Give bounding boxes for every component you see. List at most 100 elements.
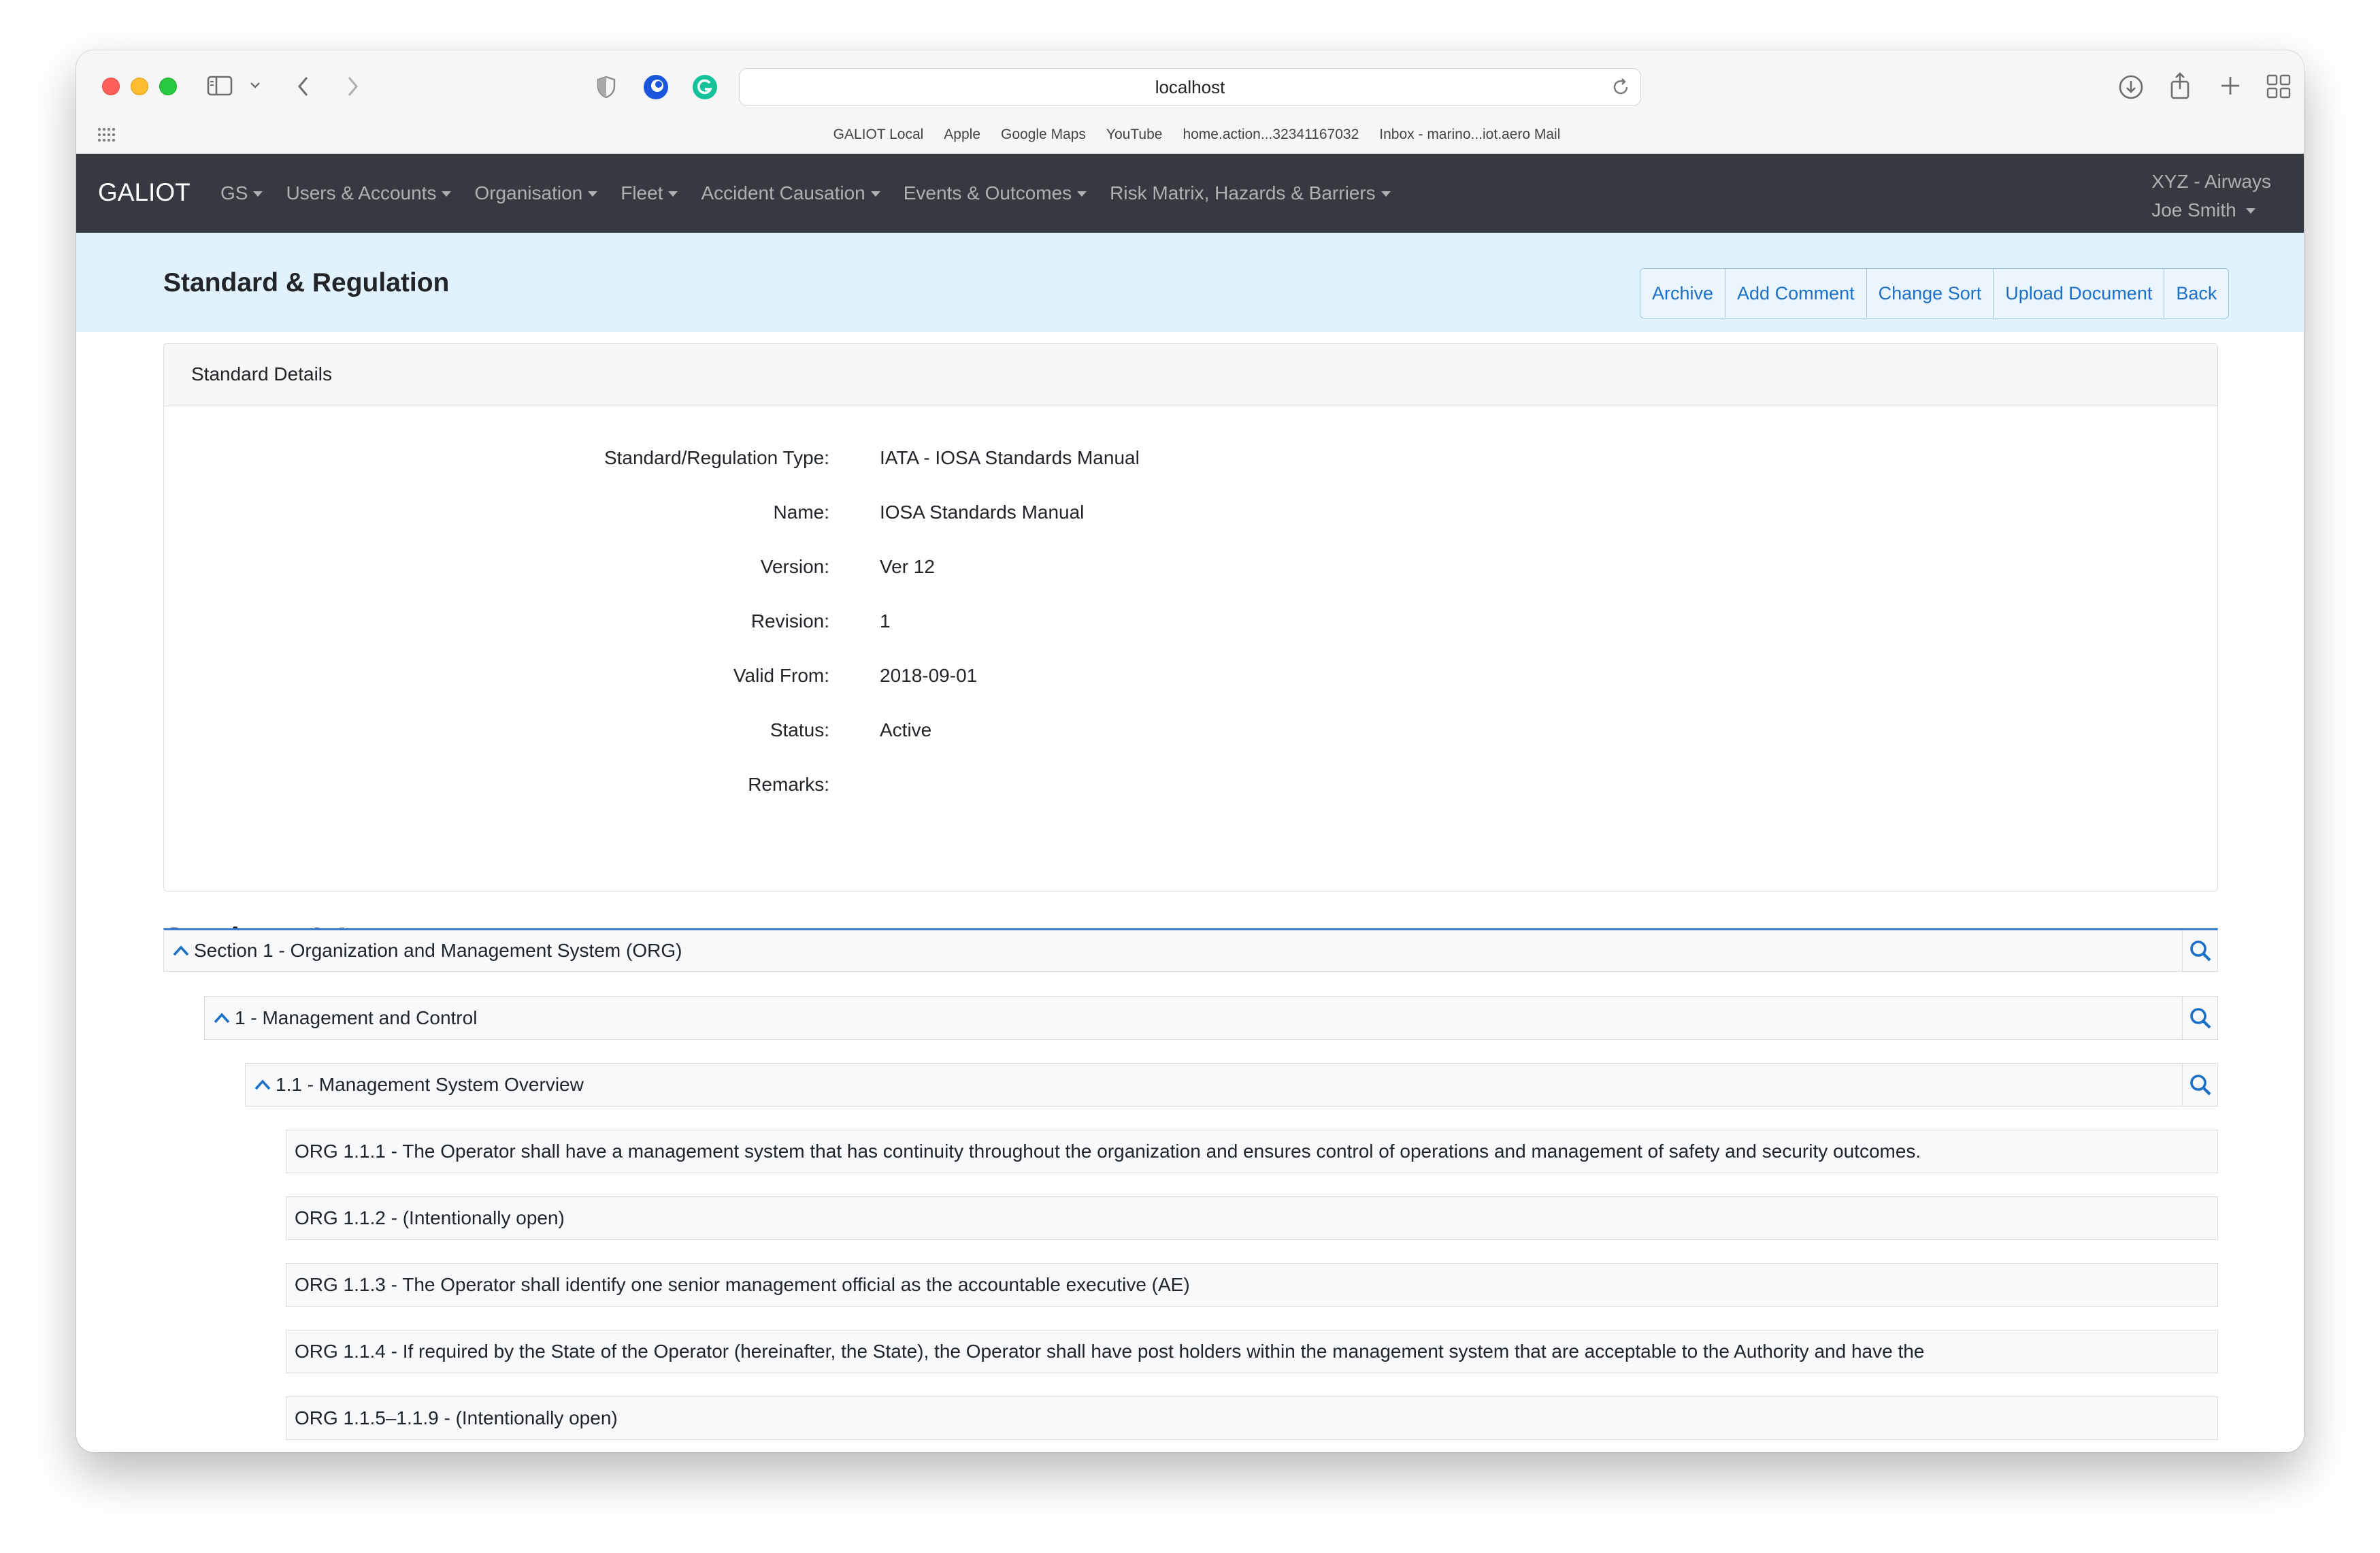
chevron-up-icon[interactable] xyxy=(172,945,194,957)
chevron-up-icon[interactable] xyxy=(254,1079,276,1091)
minimize-window-button[interactable] xyxy=(131,78,148,95)
detail-row-name: Name: IOSA Standards Manual xyxy=(164,502,2217,529)
detail-value: IATA - IOSA Standards Manual xyxy=(880,447,1140,468)
detail-value: 2018-09-01 xyxy=(880,665,978,686)
new-tab-icon[interactable] xyxy=(2218,73,2243,98)
standard-details-card: Standard Details Standard/Regulation Typ… xyxy=(163,343,2218,892)
change-sort-button[interactable]: Change Sort xyxy=(1866,269,1994,318)
nav-item-label: Organisation xyxy=(474,182,583,203)
nav-item-fleet[interactable]: Fleet xyxy=(621,182,678,204)
close-window-button[interactable] xyxy=(102,78,120,95)
nav-item-label: GS xyxy=(220,182,248,203)
back-button[interactable]: Back xyxy=(2164,269,2228,318)
main-nav: GS Users & Accounts Organisation Fleet A… xyxy=(220,154,1391,233)
detail-label: Revision: xyxy=(750,610,829,632)
back-arrow-icon[interactable] xyxy=(295,75,312,98)
bookmark-galiot-local[interactable]: GALIOT Local xyxy=(833,121,924,148)
tree-chapter-row[interactable]: 1 - Management and Control xyxy=(204,996,2218,1040)
tree-subchapter-row[interactable]: 1.1 - Management System Overview xyxy=(245,1063,2218,1107)
brand-logo[interactable]: GALIOT xyxy=(98,178,191,207)
user-dropdown[interactable]: Joe Smith xyxy=(2151,196,2271,225)
zoom-window-button[interactable] xyxy=(159,78,177,95)
detail-row-type: Standard/Regulation Type: IATA - IOSA St… xyxy=(164,447,2217,474)
detail-value: Ver 12 xyxy=(880,556,935,577)
nav-item-label: Users & Accounts xyxy=(286,182,437,203)
detail-row-status: Status: Active xyxy=(164,719,2217,747)
action-button-group: Archive Add Comment Change Sort Upload D… xyxy=(1640,268,2230,318)
search-icon[interactable] xyxy=(2182,930,2217,971)
upload-document-button[interactable]: Upload Document xyxy=(1993,269,2164,318)
nav-item-label: Events & Outcomes xyxy=(903,182,1072,203)
bookmark-home-action[interactable]: home.action...32341167032 xyxy=(1183,121,1359,148)
caret-down-icon xyxy=(1381,191,1391,197)
download-icon[interactable] xyxy=(2117,73,2145,101)
user-name: Joe Smith xyxy=(2151,199,2236,220)
detail-label: Remarks: xyxy=(748,774,829,795)
url-text: localhost xyxy=(1155,76,1225,97)
nav-item-users-accounts[interactable]: Users & Accounts xyxy=(286,182,452,204)
chevron-down-icon[interactable] xyxy=(249,80,261,90)
nav-item-gs[interactable]: GS xyxy=(220,182,263,204)
detail-row-valid-from: Valid From: 2018-09-01 xyxy=(164,665,2217,692)
caret-down-icon xyxy=(668,191,678,197)
caret-down-icon xyxy=(442,191,452,197)
detail-value: IOSA Standards Manual xyxy=(880,502,1085,523)
app-navbar: GALIOT GS Users & Accounts Organisation … xyxy=(76,154,2304,233)
organisation-name: XYZ - Airways xyxy=(2151,171,2271,192)
extension-icon[interactable] xyxy=(642,73,670,101)
page-title: Standard & Regulation xyxy=(163,268,450,297)
list-item[interactable]: ORG 1.1.4 - If required by the State of … xyxy=(286,1330,2218,1373)
tree-label: Section 1 - Organization and Management … xyxy=(194,940,682,961)
chevron-up-icon[interactable] xyxy=(213,1012,235,1024)
tree-label: 1 - Management and Control xyxy=(235,1007,478,1028)
detail-row-version: Version: Ver 12 xyxy=(164,556,2217,583)
nav-item-risk-matrix[interactable]: Risk Matrix, Hazards & Barriers xyxy=(1110,182,1391,204)
detail-label: Name: xyxy=(773,502,829,523)
list-item[interactable]: ORG 1.1.5–1.1.9 - (Intentionally open) xyxy=(286,1396,2218,1440)
caret-down-icon xyxy=(870,191,880,197)
bookmark-google-maps[interactable]: Google Maps xyxy=(1001,121,1086,148)
caret-down-icon xyxy=(1077,191,1087,197)
caret-down-icon xyxy=(2245,208,2255,214)
detail-label: Version: xyxy=(760,556,829,577)
tree-label: 1.1 - Management System Overview xyxy=(276,1074,584,1095)
add-comment-button[interactable]: Add Comment xyxy=(1725,269,1866,318)
detail-value: 1 xyxy=(880,610,891,632)
reload-icon[interactable] xyxy=(1610,77,1631,102)
sidebar-toggle-icon[interactable] xyxy=(207,75,234,97)
list-item[interactable]: ORG 1.1.2 - (Intentionally open) xyxy=(286,1196,2218,1240)
nav-item-label: Accident Causation xyxy=(701,182,865,203)
grammarly-icon[interactable] xyxy=(691,73,718,101)
card-title: Standard Details xyxy=(164,344,2217,406)
search-icon[interactable] xyxy=(2182,997,2217,1039)
bookmark-apple[interactable]: Apple xyxy=(944,121,980,148)
list-item[interactable]: ORG 1.1.3 - The Operator shall identify … xyxy=(286,1263,2218,1307)
detail-row-remarks: Remarks: xyxy=(164,774,2217,801)
bookmark-inbox-mail[interactable]: Inbox - marino...iot.aero Mail xyxy=(1379,121,1560,148)
tab-overview-icon[interactable] xyxy=(2266,73,2292,99)
caret-down-icon xyxy=(588,191,598,197)
archive-button[interactable]: Archive xyxy=(1640,269,1725,318)
address-bar[interactable]: localhost xyxy=(739,68,1641,106)
list-item[interactable]: ORG 1.1.1 - The Operator shall have a ma… xyxy=(286,1130,2218,1173)
bookmark-youtube[interactable]: YouTube xyxy=(1106,121,1163,148)
caret-down-icon xyxy=(253,191,263,197)
page-header: Standard & Regulation Archive Add Commen… xyxy=(76,233,2304,332)
detail-label: Status: xyxy=(770,719,829,740)
nav-item-accident-causation[interactable]: Accident Causation xyxy=(701,182,880,204)
detail-value: Active xyxy=(880,719,932,740)
nav-item-organisation[interactable]: Organisation xyxy=(474,182,598,204)
bookmarks-bar: GALIOT Local Apple Google Maps YouTube h… xyxy=(76,121,2304,148)
nav-item-events-outcomes[interactable]: Events & Outcomes xyxy=(904,182,1087,204)
browser-window: localhost GALIOT Local Apple Google Maps xyxy=(76,50,2304,1452)
search-icon[interactable] xyxy=(2182,1064,2217,1106)
browser-toolbar: localhost GALIOT Local Apple Google Maps xyxy=(76,50,2304,154)
detail-row-revision: Revision: 1 xyxy=(164,610,2217,638)
privacy-shield-icon[interactable] xyxy=(596,75,616,99)
share-icon[interactable] xyxy=(2168,71,2192,101)
tree-section-row[interactable]: Section 1 - Organization and Management … xyxy=(163,928,2218,972)
nav-item-label: Fleet xyxy=(621,182,663,203)
user-menu[interactable]: XYZ - Airways Joe Smith xyxy=(2151,167,2271,225)
detail-label: Standard/Regulation Type: xyxy=(604,447,829,468)
forward-arrow-icon[interactable] xyxy=(344,75,361,98)
